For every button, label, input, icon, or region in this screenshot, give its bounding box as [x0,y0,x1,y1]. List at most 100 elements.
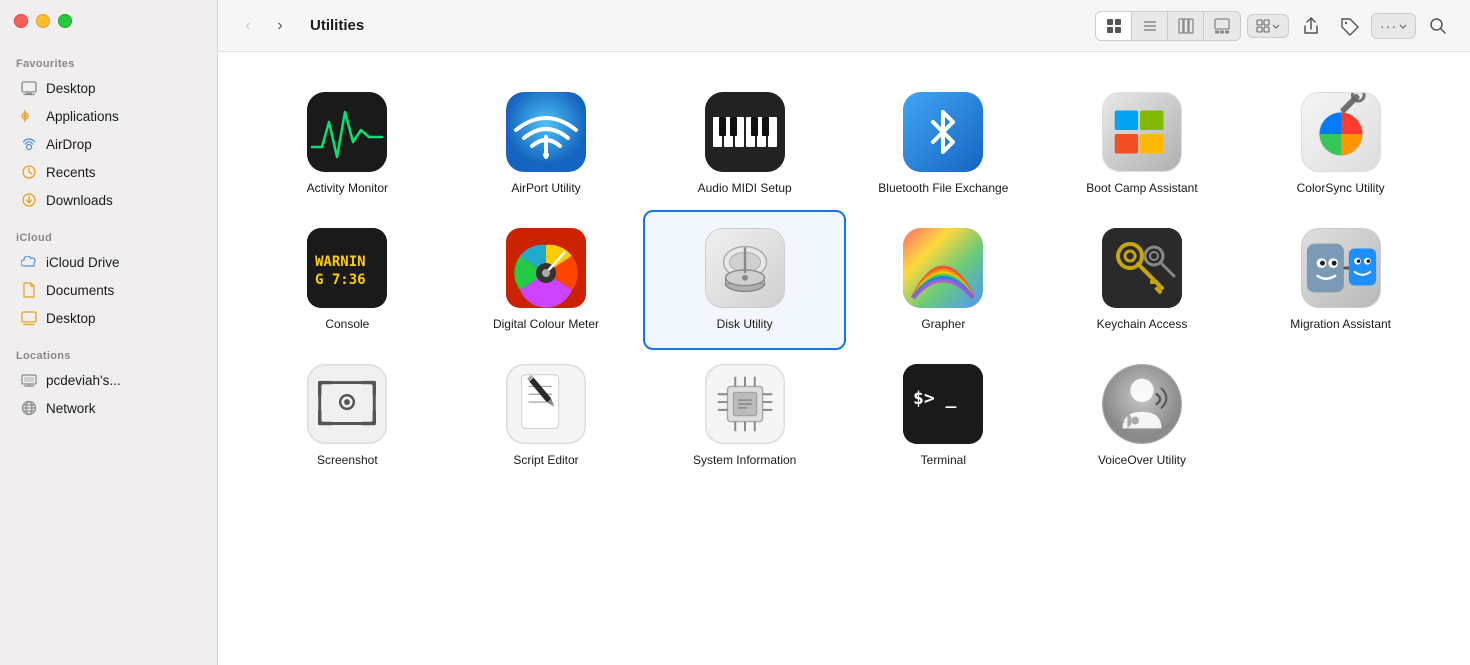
view-grid-button[interactable] [1096,12,1132,40]
app-screenshot[interactable]: Screenshot [248,348,447,484]
minimize-button[interactable] [36,14,50,28]
app-disk-utility[interactable]: Disk Utility [645,212,844,348]
sidebar-item-airdrop[interactable]: AirDrop [4,130,213,158]
share-button[interactable] [1295,12,1327,40]
sidebar-item-label: Applications [46,109,119,124]
sidebar-item-downloads[interactable]: Downloads [4,186,213,214]
app-migration-assistant[interactable]: Migration Assistant [1241,212,1440,348]
app-label: AirPort Utility [511,180,580,196]
app-label: Bluetooth File Exchange [878,180,1008,196]
app-label: Disk Utility [717,316,773,332]
ellipsis-icon: ··· [1380,18,1397,34]
sidebar-item-label: Network [46,401,96,416]
sidebar-item-desktop[interactable]: Desktop [4,74,213,102]
network-icon [20,399,38,417]
sidebar-item-label: Desktop [46,311,96,326]
sidebar-item-pcdeviah[interactable]: pcdeviah's... [4,366,213,394]
app-label: Grapher [921,316,965,332]
system-information-icon [705,364,785,444]
more-button[interactable]: ··· [1371,13,1416,39]
back-button[interactable]: ‹ [234,12,262,40]
icloud-header: iCloud [0,222,217,248]
svg-text:WARNIN: WARNIN [315,254,366,270]
sidebar-item-label: iCloud Drive [46,255,120,270]
airport-utility-icon [506,92,586,172]
sidebar-item-label: pcdeviah's... [46,373,121,388]
view-gallery-button[interactable] [1204,12,1240,40]
app-grapher[interactable]: Grapher [844,212,1043,348]
locations-header: Locations [0,340,217,366]
sidebar-item-label: Downloads [46,193,113,208]
navigation-buttons: ‹ › [234,12,294,40]
app-audio-midi-setup[interactable]: Audio MIDI Setup [645,76,844,212]
app-terminal[interactable]: $> _ Terminal [844,348,1043,484]
apps-grid: Activity Monitor [218,52,1470,665]
app-digital-colour-meter[interactable]: Digital Colour Meter [447,212,646,348]
forward-button[interactable]: › [266,12,294,40]
desktop-icloud-icon [20,309,38,327]
app-voiceover-utility[interactable]: VoiceOver Utility [1043,348,1242,484]
sidebar-item-recents[interactable]: Recents [4,158,213,186]
documents-icon [20,281,38,299]
sidebar-item-desktop-icloud[interactable]: Desktop [4,304,213,332]
activity-monitor-icon [307,92,387,172]
sidebar-item-label: AirDrop [46,137,92,152]
console-icon: WARNIN G 7:36 [307,228,387,308]
favourites-header: Favourites [0,48,217,74]
group-by-button[interactable] [1247,14,1289,38]
toolbar-right: ··· [1095,11,1454,41]
app-boot-camp-assistant[interactable]: Boot Camp Assistant [1043,76,1242,212]
sidebar-item-network[interactable]: Network [4,394,213,422]
app-label: System Information [693,452,796,468]
main-content: ‹ › Utilities [218,0,1470,665]
view-options [1095,11,1241,41]
sidebar-item-label: Desktop [46,81,96,96]
airdrop-icon [20,135,38,153]
sidebar-item-label: Recents [46,165,96,180]
app-label: Boot Camp Assistant [1086,180,1197,196]
view-columns-button[interactable] [1168,12,1204,40]
audio-midi-setup-icon [705,92,785,172]
digital-colour-meter-icon [506,228,586,308]
app-label: ColorSync Utility [1297,180,1385,196]
recents-icon [20,163,38,181]
desktop-icon [20,79,38,97]
terminal-icon: $> _ [903,364,983,444]
close-button[interactable] [14,14,28,28]
bluetooth-file-exchange-icon [903,92,983,172]
downloads-icon [20,191,38,209]
window-title: Utilities [310,17,364,34]
app-label: Digital Colour Meter [493,316,599,332]
applications-icon [20,107,38,125]
app-label: Activity Monitor [307,180,388,196]
app-bluetooth-file-exchange[interactable]: Bluetooth File Exchange [844,76,1043,212]
app-keychain-access[interactable]: Keychain Access [1043,212,1242,348]
app-activity-monitor[interactable]: Activity Monitor [248,76,447,212]
app-label: Migration Assistant [1290,316,1391,332]
tag-button[interactable] [1333,12,1365,40]
toolbar: ‹ › Utilities [218,0,1470,52]
app-label: Audio MIDI Setup [698,180,792,196]
maximize-button[interactable] [58,14,72,28]
app-script-editor[interactable]: Script Editor [447,348,646,484]
screenshot-icon [307,364,387,444]
sidebar-item-icloud-drive[interactable]: iCloud Drive [4,248,213,276]
view-list-button[interactable] [1132,12,1168,40]
disk-utility-icon [705,228,785,308]
app-system-information[interactable]: System Information [645,348,844,484]
grapher-icon [903,228,983,308]
voiceover-utility-icon [1102,364,1182,444]
search-button[interactable] [1422,12,1454,40]
migration-assistant-icon [1301,228,1381,308]
app-label: Keychain Access [1097,316,1188,332]
app-airport-utility[interactable]: AirPort Utility [447,76,646,212]
sidebar-item-applications[interactable]: Applications [4,102,213,130]
app-label: Terminal [921,452,966,468]
app-colorsync-utility[interactable]: ColorSync Utility [1241,76,1440,212]
sidebar: Favourites Desktop Applications [0,0,218,665]
app-console[interactable]: WARNIN G 7:36 Console [248,212,447,348]
sidebar-item-documents[interactable]: Documents [4,276,213,304]
sidebar-item-label: Documents [46,283,114,298]
svg-text:$> _: $> _ [913,388,957,409]
script-editor-icon [506,364,586,444]
